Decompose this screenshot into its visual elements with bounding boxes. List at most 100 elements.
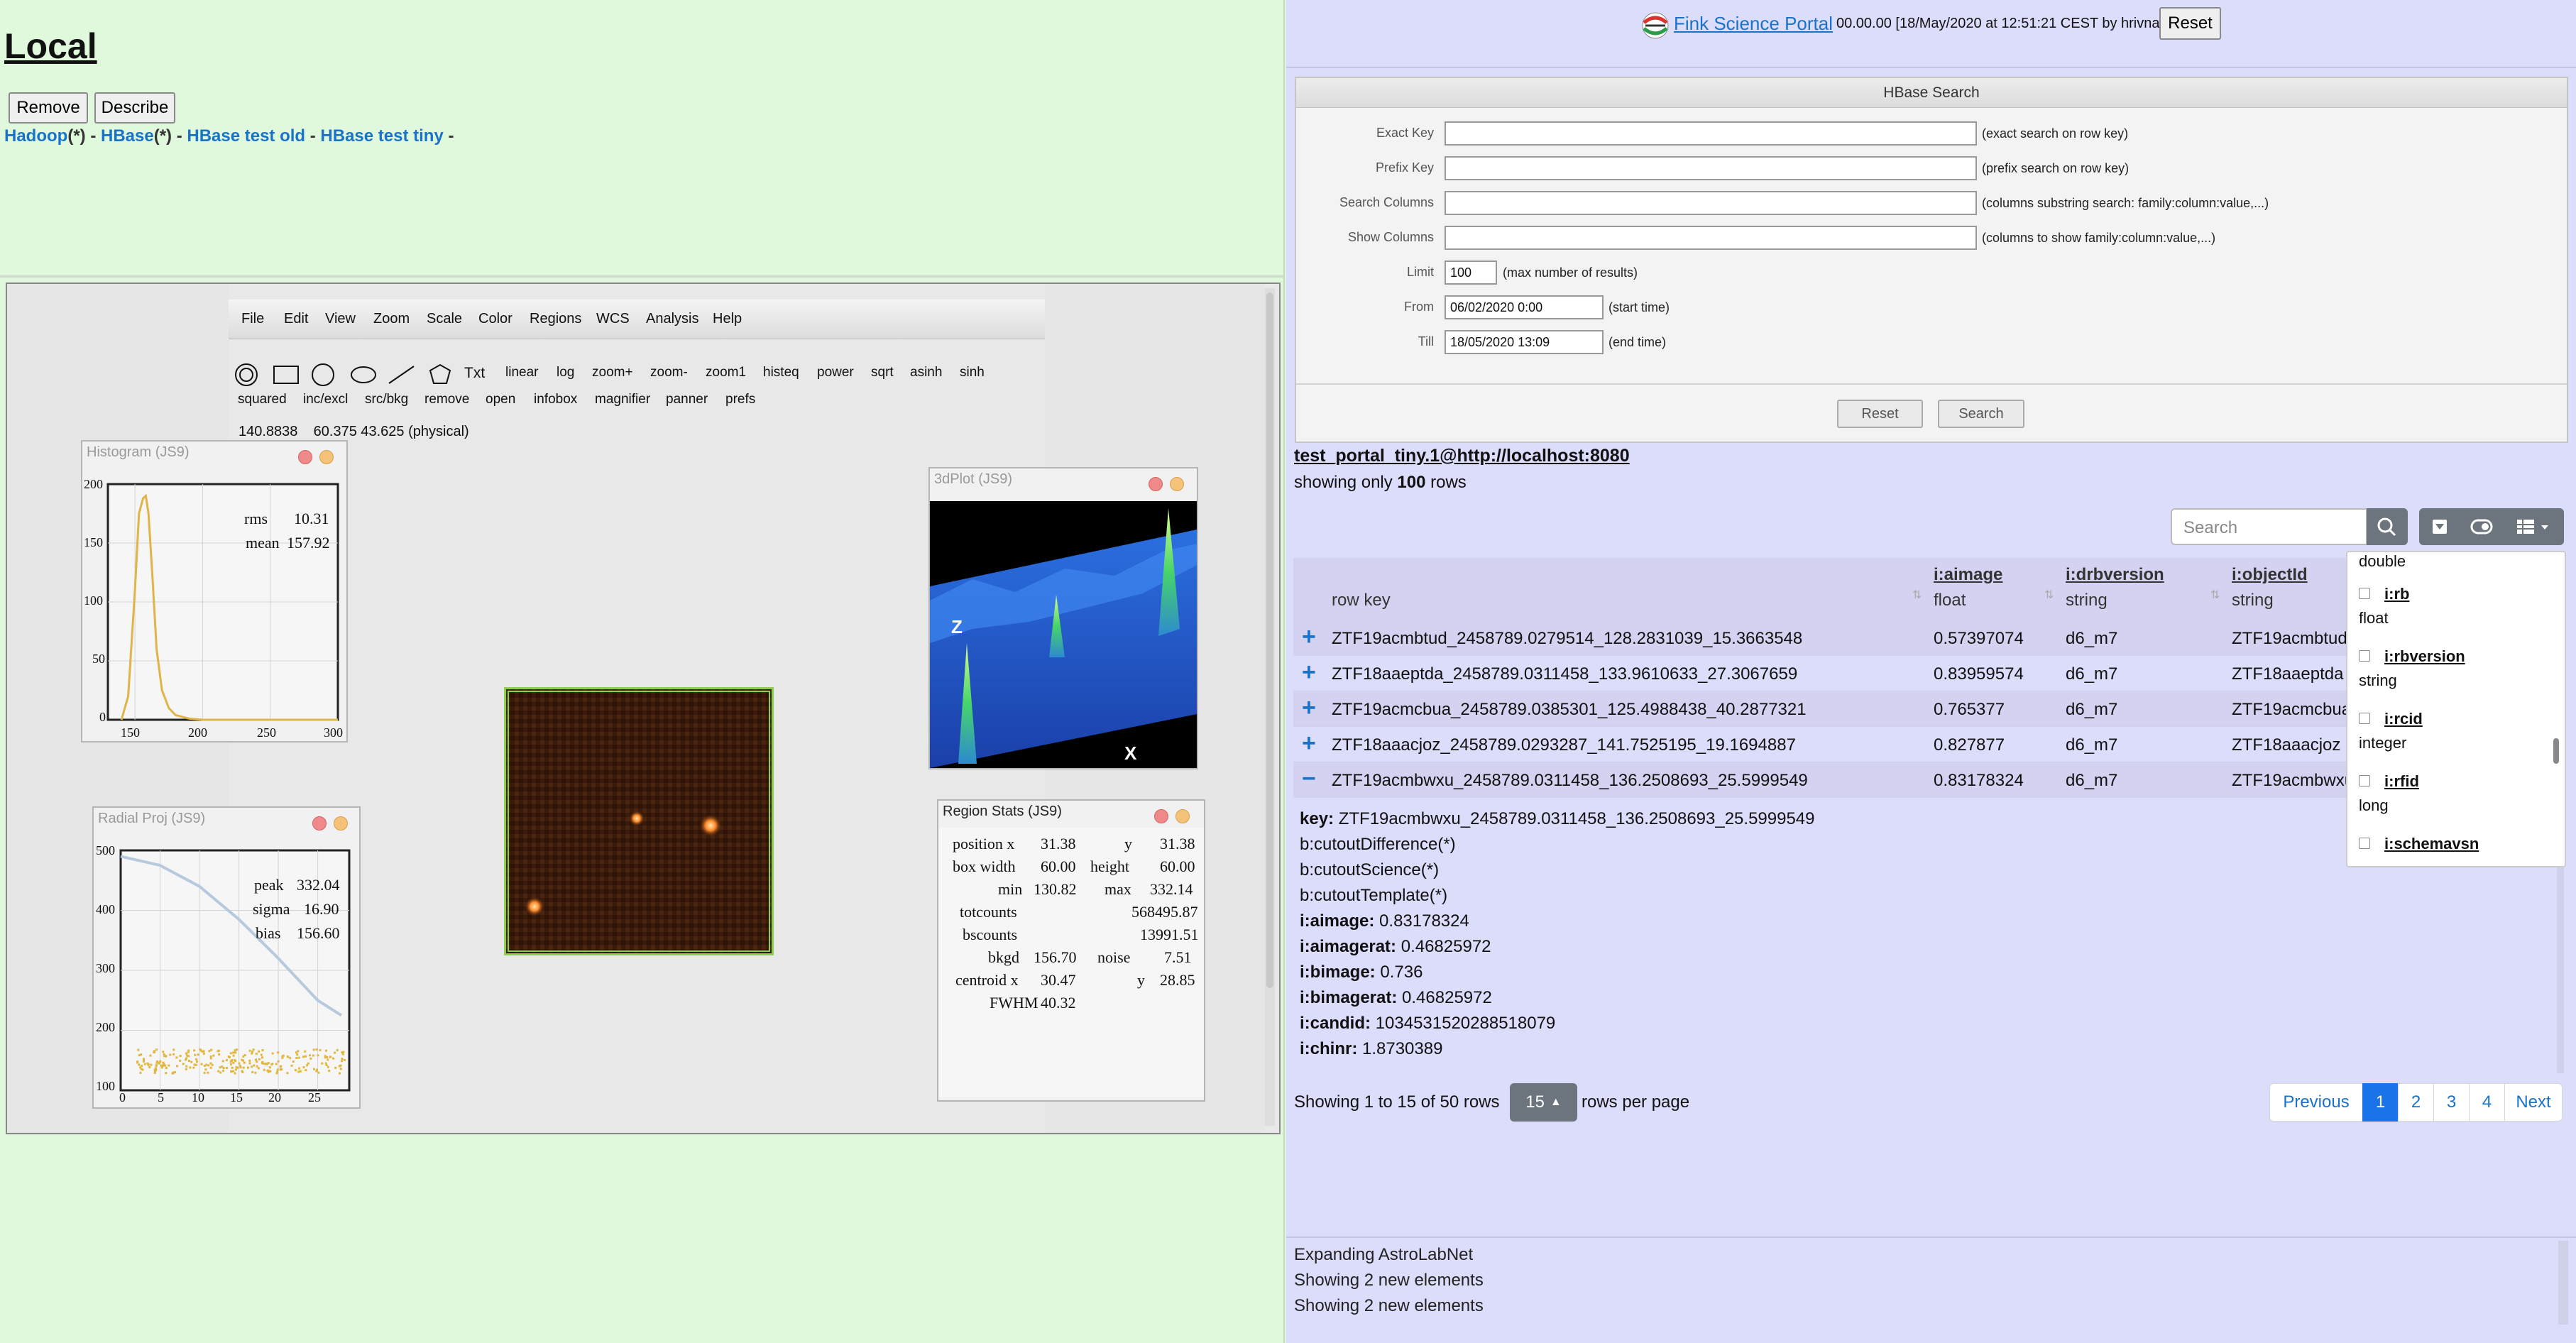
toggle-view-button[interactable] bbox=[2460, 508, 2503, 545]
pagination-page-3[interactable]: 3 bbox=[2433, 1083, 2470, 1122]
cutout-template-link[interactable]: b:cutoutTemplate(*) bbox=[1300, 886, 1447, 906]
minimize-icon[interactable] bbox=[1170, 477, 1184, 491]
close-icon[interactable] bbox=[1154, 809, 1168, 823]
expand-row-icon[interactable]: + bbox=[1302, 660, 1316, 684]
search-columns-input[interactable] bbox=[1445, 191, 1977, 215]
column-option-rb[interactable]: i:rb bbox=[2384, 585, 2409, 603]
close-icon[interactable] bbox=[1149, 477, 1163, 491]
tool-panner[interactable]: panner bbox=[666, 392, 708, 407]
scale-histeq[interactable]: histeq bbox=[763, 365, 799, 380]
zoom-out[interactable]: zoom- bbox=[650, 365, 688, 380]
scale-asinh[interactable]: asinh bbox=[910, 365, 942, 380]
column-checkbox[interactable] bbox=[2359, 775, 2370, 786]
sort-icon[interactable]: ⇅ bbox=[2044, 588, 2054, 602]
column-checkbox[interactable] bbox=[2359, 838, 2370, 849]
toggle-detail-button[interactable] bbox=[2419, 508, 2460, 545]
connection-link[interactable]: test_portal_tiny.1@http://localhost:8080 bbox=[1294, 446, 1630, 466]
sort-icon[interactable]: ⇅ bbox=[1912, 588, 1922, 602]
pagination-page-1[interactable]: 1 bbox=[2362, 1083, 2399, 1122]
tool-inc-excl[interactable]: inc/excl bbox=[303, 392, 348, 407]
from-date-input[interactable] bbox=[1445, 295, 1604, 319]
column-option-rbversion[interactable]: i:rbversion bbox=[2384, 647, 2465, 666]
header-reset-button[interactable]: Reset bbox=[2159, 7, 2221, 40]
column-option-schemavsn[interactable]: i:schemavsn bbox=[2384, 835, 2479, 853]
tool-open[interactable]: open bbox=[486, 392, 515, 407]
till-date-input[interactable] bbox=[1445, 330, 1604, 354]
collapse-row-icon[interactable]: − bbox=[1302, 767, 1316, 791]
column-header-row-key[interactable]: row key bbox=[1332, 591, 1391, 610]
column-header-objectid[interactable]: i:objectId bbox=[2232, 565, 2308, 585]
column-header-drbversion[interactable]: i:drbversion bbox=[2066, 565, 2164, 585]
exact-key-input[interactable] bbox=[1445, 121, 1977, 146]
tool-prefs[interactable]: prefs bbox=[725, 392, 755, 407]
table-search-input[interactable]: Search bbox=[2171, 508, 2367, 545]
minimize-icon[interactable] bbox=[1175, 809, 1190, 823]
hbase-test-old-link[interactable]: HBase test old bbox=[187, 126, 305, 146]
dropdown-scrollbar[interactable] bbox=[2553, 738, 2559, 764]
scale-sinh[interactable]: sinh bbox=[960, 365, 985, 380]
line-region-icon[interactable] bbox=[388, 366, 415, 384]
hbase-star-link[interactable]: (*) bbox=[154, 126, 172, 146]
scale-power[interactable]: power bbox=[817, 365, 854, 380]
menu-edit[interactable]: Edit bbox=[284, 311, 308, 327]
scale-log[interactable]: log bbox=[557, 365, 574, 380]
hadoop-star-link[interactable]: (*) bbox=[67, 126, 85, 146]
polygon-region-icon[interactable] bbox=[429, 363, 451, 384]
text-tool[interactable]: Txt bbox=[464, 365, 485, 382]
search-reset-button[interactable]: Reset bbox=[1837, 400, 1923, 428]
page-title[interactable]: Local bbox=[4, 26, 97, 67]
cutout-difference-link[interactable]: b:cutoutDifference(*) bbox=[1300, 835, 1456, 855]
cutout-science-link[interactable]: b:cutoutScience(*) bbox=[1300, 860, 1439, 880]
hadoop-link[interactable]: Hadoop bbox=[4, 126, 67, 146]
columns-menu-button[interactable] bbox=[2503, 508, 2564, 545]
show-columns-input[interactable] bbox=[1445, 226, 1977, 250]
log-scrollbar[interactable] bbox=[2558, 1241, 2568, 1325]
column-option-rcid[interactable]: i:rcid bbox=[2384, 710, 2423, 728]
circle-region-icon[interactable] bbox=[235, 363, 258, 386]
expand-row-icon[interactable]: + bbox=[1302, 731, 1316, 755]
box-region-icon[interactable] bbox=[273, 366, 299, 384]
describe-button[interactable]: Describe bbox=[94, 92, 175, 124]
column-checkbox[interactable] bbox=[2359, 650, 2370, 662]
menu-analysis[interactable]: Analysis bbox=[646, 311, 698, 327]
remove-button[interactable]: Remove bbox=[9, 92, 88, 124]
fink-portal-link[interactable]: Fink Science Portal bbox=[1674, 13, 1833, 35]
menu-color[interactable]: Color bbox=[478, 311, 513, 327]
tool-remove[interactable]: remove bbox=[424, 392, 469, 407]
tool-src-bkg[interactable]: src/bkg bbox=[365, 392, 408, 407]
tool-squared[interactable]: squared bbox=[238, 392, 287, 407]
menu-file[interactable]: File bbox=[241, 311, 264, 327]
pagination-next[interactable]: Next bbox=[2504, 1083, 2563, 1122]
circle-shape-icon[interactable] bbox=[312, 363, 334, 386]
tool-infobox[interactable]: infobox bbox=[534, 392, 577, 407]
hbase-test-tiny-link[interactable]: HBase test tiny bbox=[320, 126, 443, 146]
expand-row-icon[interactable]: + bbox=[1302, 696, 1316, 720]
column-option-rfid[interactable]: i:rfid bbox=[2384, 772, 2419, 791]
menu-regions[interactable]: Regions bbox=[530, 311, 581, 327]
table-search-button[interactable] bbox=[2367, 508, 2408, 545]
page-size-dropdown[interactable]: 15 ▲ bbox=[1510, 1083, 1577, 1122]
zoom-in[interactable]: zoom+ bbox=[592, 365, 633, 380]
tool-magnifier[interactable]: magnifier bbox=[595, 392, 650, 407]
limit-input[interactable] bbox=[1445, 261, 1497, 285]
menu-view[interactable]: View bbox=[325, 311, 356, 327]
prefix-key-input[interactable] bbox=[1445, 156, 1977, 180]
scale-linear[interactable]: linear bbox=[505, 365, 538, 380]
menu-help[interactable]: Help bbox=[713, 311, 742, 327]
scale-sqrt[interactable]: sqrt bbox=[871, 365, 894, 380]
zoom-one[interactable]: zoom1 bbox=[706, 365, 746, 380]
pagination-page-2[interactable]: 2 bbox=[2398, 1083, 2434, 1122]
column-checkbox[interactable] bbox=[2359, 713, 2370, 724]
js9-scrollbar-thumb[interactable] bbox=[1266, 292, 1273, 988]
pagination-page-4[interactable]: 4 bbox=[2469, 1083, 2505, 1122]
menu-scale[interactable]: Scale bbox=[427, 311, 462, 327]
hbase-link[interactable]: HBase bbox=[101, 126, 154, 146]
column-header-aimage[interactable]: i:aimage bbox=[1934, 565, 2002, 585]
js9-image-display[interactable] bbox=[504, 687, 774, 955]
pagination-previous[interactable]: Previous bbox=[2269, 1083, 2363, 1122]
expand-row-icon[interactable]: + bbox=[1302, 625, 1316, 649]
search-submit-button[interactable]: Search bbox=[1938, 400, 2024, 428]
column-checkbox[interactable] bbox=[2359, 588, 2370, 599]
menu-zoom[interactable]: Zoom bbox=[373, 311, 410, 327]
menu-wcs[interactable]: WCS bbox=[596, 311, 630, 327]
